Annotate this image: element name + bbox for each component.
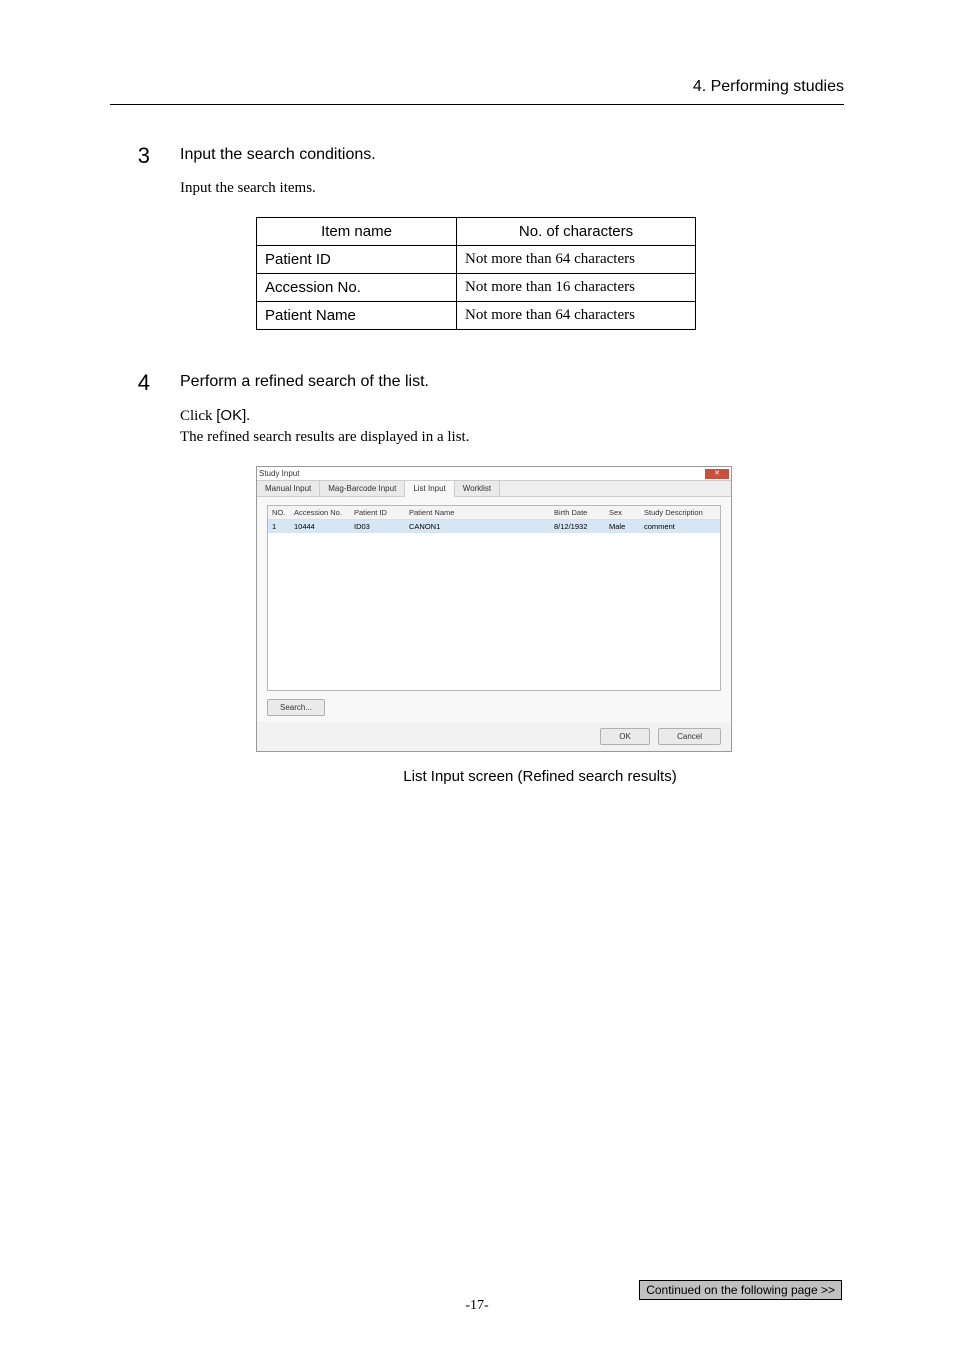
spec-th-chars: No. of characters <box>457 218 696 246</box>
cell-accession: 10444 <box>290 520 350 534</box>
ok-literal: [OK] <box>216 407 246 424</box>
cell-no: 1 <box>268 520 290 534</box>
step-desc: Input the search items. <box>180 178 844 199</box>
tab-list-input[interactable]: List Input <box>405 481 454 497</box>
col-no[interactable]: NO. <box>268 506 290 520</box>
cell-patient-id: ID03 <box>350 520 405 534</box>
spec-th-item: Item name <box>257 218 457 246</box>
dialog-titlebar: Study Input ✕ <box>257 467 731 481</box>
col-patient-name[interactable]: Patient Name <box>405 506 550 520</box>
result-list[interactable]: NO. Accession No. Patient ID Patient Nam… <box>267 505 721 691</box>
col-sex[interactable]: Sex <box>605 506 640 520</box>
spec-td-chars: Not more than 64 characters <box>457 302 696 330</box>
tabs-spacer <box>500 481 731 497</box>
continued-badge: Continued on the following page >> <box>639 1280 842 1300</box>
text: The refined search results are displayed… <box>180 429 469 445</box>
tab-mag-barcode-input[interactable]: Mag-Barcode Input <box>320 481 405 497</box>
dialog-tabs: Manual Input Mag-Barcode Input List Inpu… <box>257 481 731 497</box>
step-desc: Click [OK]. The refined search results a… <box>180 405 844 448</box>
spec-td-item: Patient Name <box>257 302 457 330</box>
col-patient-id[interactable]: Patient ID <box>350 506 405 520</box>
step-4: 4 Perform a refined search of the list. … <box>110 370 844 785</box>
close-button[interactable]: ✕ <box>705 469 729 479</box>
text: . <box>246 408 250 424</box>
step-title: Perform a refined search of the list. <box>180 370 844 391</box>
tab-manual-input[interactable]: Manual Input <box>257 481 320 497</box>
tab-worklist[interactable]: Worklist <box>455 481 500 497</box>
step-number: 4 <box>110 370 150 785</box>
search-button[interactable]: Search... <box>267 699 325 716</box>
cell-birth-date: 8/12/1932 <box>550 520 605 534</box>
cell-patient-name: CANON1 <box>405 520 550 534</box>
text: Click <box>180 408 216 424</box>
spec-td-chars: Not more than 16 characters <box>457 274 696 302</box>
spec-td-chars: Not more than 64 characters <box>457 246 696 274</box>
col-accession[interactable]: Accession No. <box>290 506 350 520</box>
figure-caption: List Input screen (Refined search result… <box>236 768 844 785</box>
step-title: Input the search conditions. <box>180 143 844 164</box>
page-number: -17- <box>0 1298 954 1314</box>
step-number: 3 <box>110 143 150 360</box>
cancel-button[interactable]: Cancel <box>658 728 721 745</box>
list-row[interactable]: 1 10444 ID03 CANON1 8/12/1932 Male comme… <box>268 520 720 534</box>
section-header: 4. Performing studies <box>110 78 844 104</box>
cell-study-desc: comment <box>640 520 720 534</box>
spec-td-item: Accession No. <box>257 274 457 302</box>
header-rule <box>110 104 844 105</box>
col-birth-date[interactable]: Birth Date <box>550 506 605 520</box>
ok-button[interactable]: OK <box>600 728 650 745</box>
dialog-title: Study Input <box>259 469 705 478</box>
list-header-row: NO. Accession No. Patient ID Patient Nam… <box>268 506 720 520</box>
spec-table: Item name No. of characters Patient ID N… <box>256 217 696 330</box>
col-study-desc[interactable]: Study Description <box>640 506 720 520</box>
cell-sex: Male <box>605 520 640 534</box>
study-input-dialog: Study Input ✕ Manual Input Mag-Barcode I… <box>256 466 732 752</box>
spec-td-item: Patient ID <box>257 246 457 274</box>
step-3: 3 Input the search conditions. Input the… <box>110 143 844 360</box>
